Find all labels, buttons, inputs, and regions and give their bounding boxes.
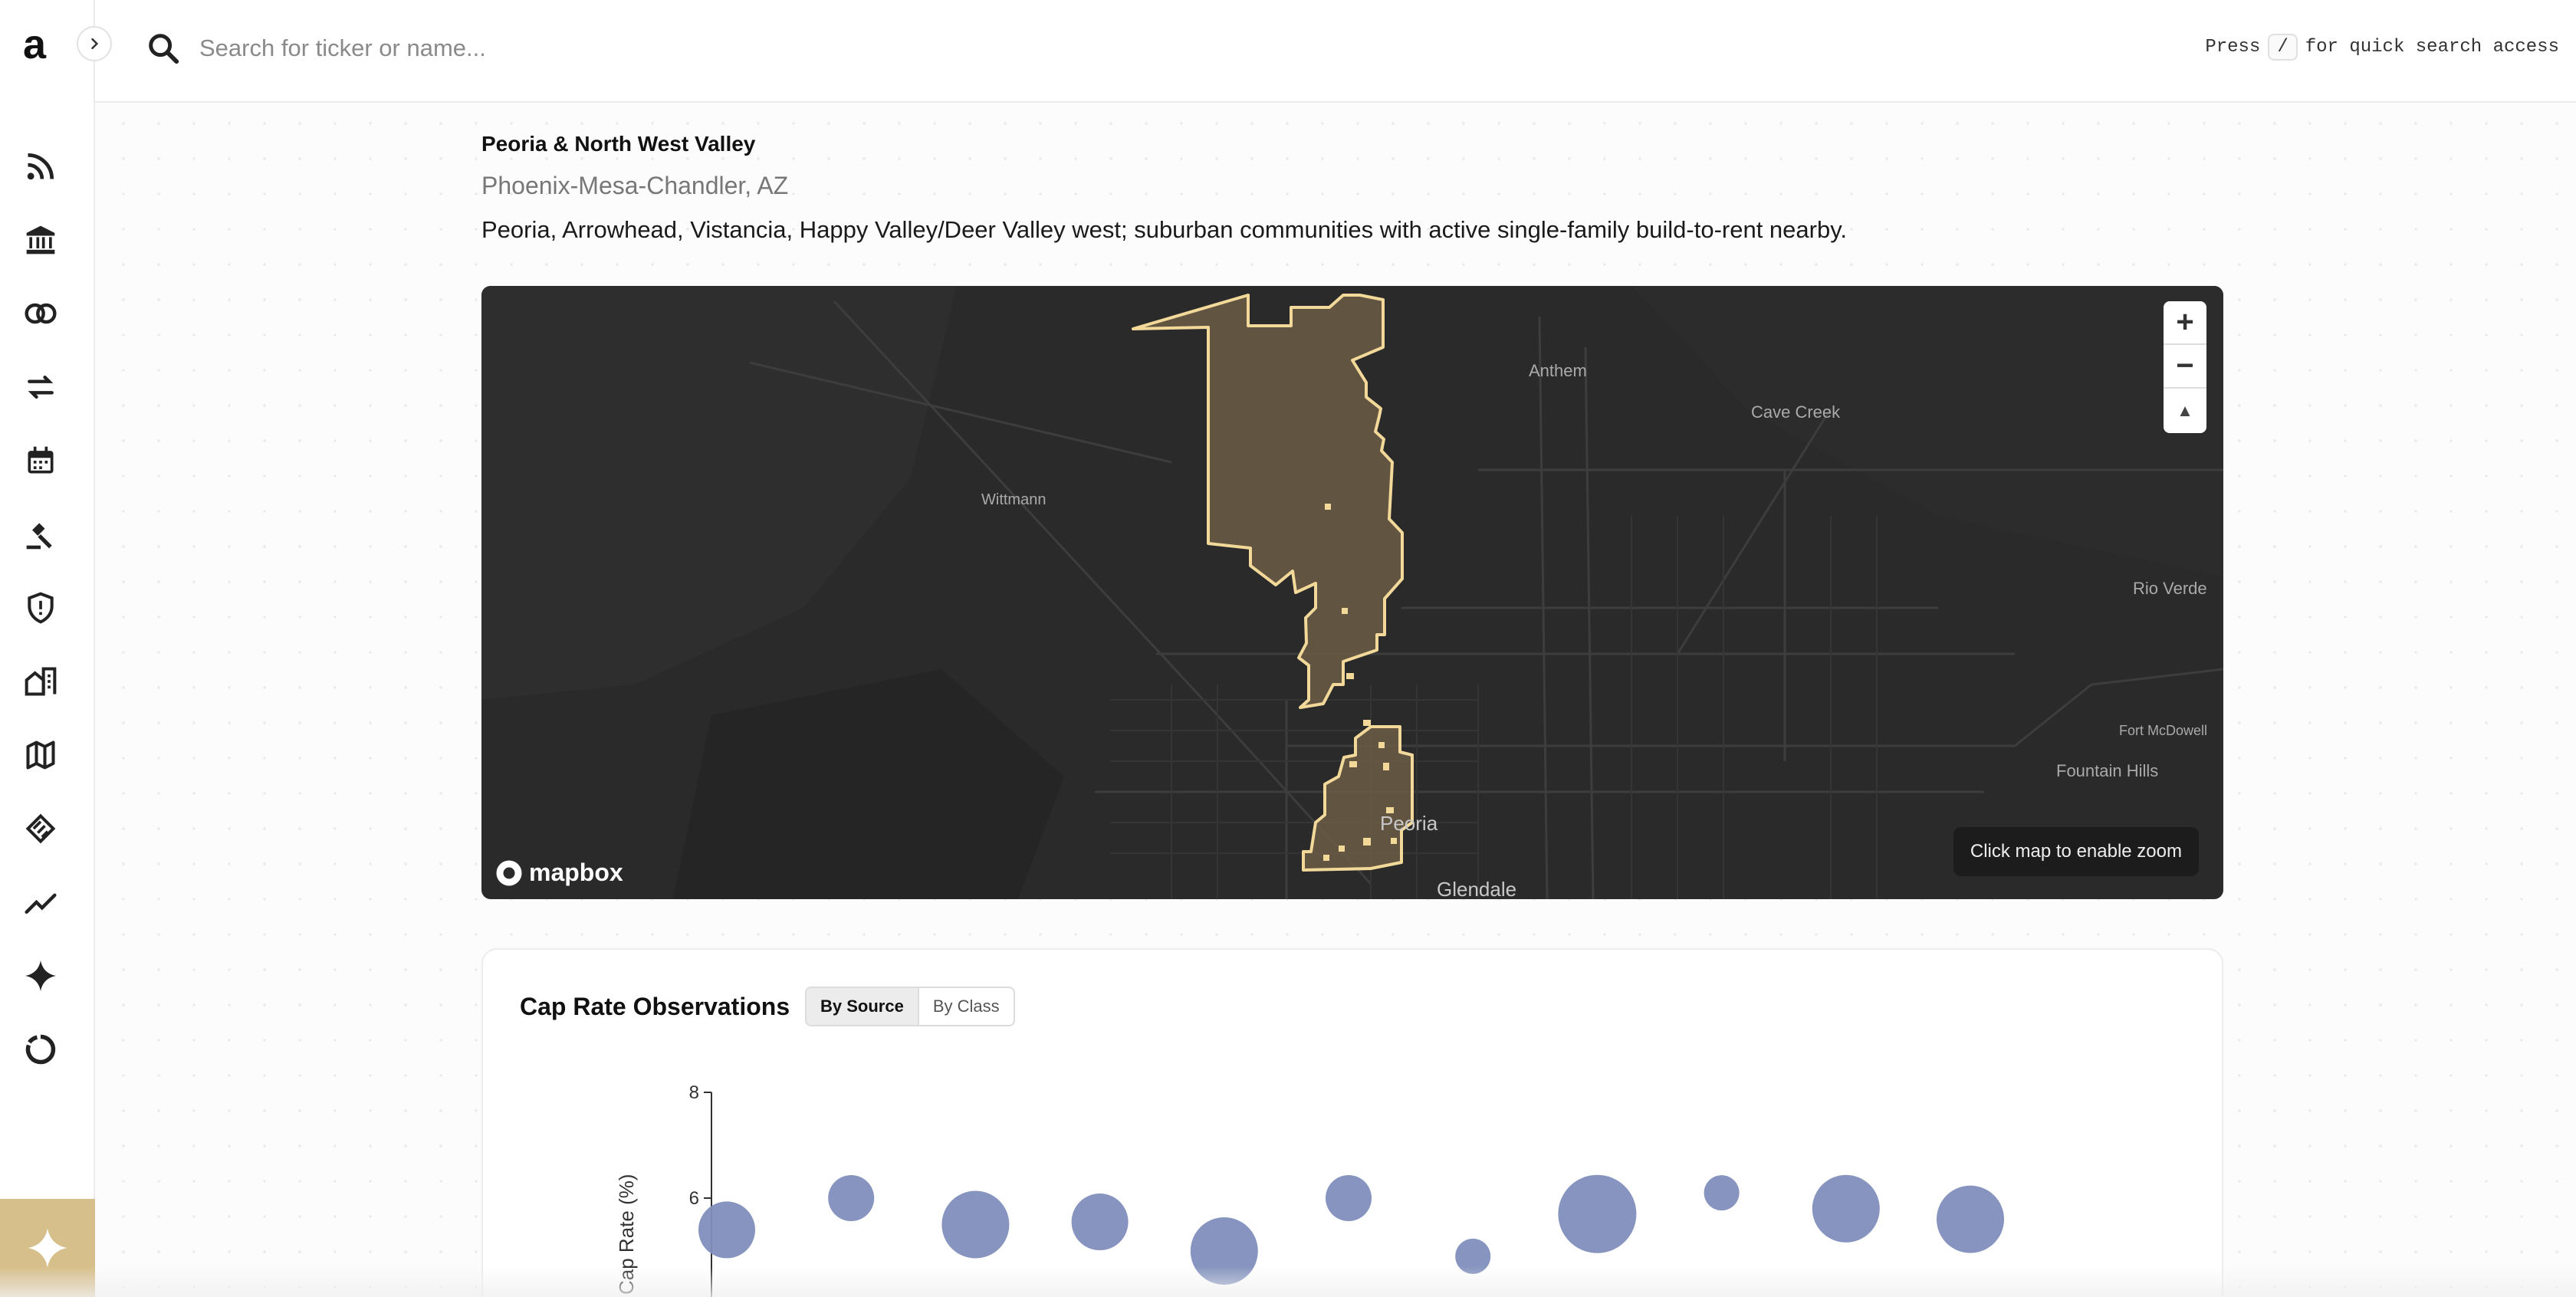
map-label-rio-verde: Rio Verde (2133, 579, 2207, 598)
sparkle-icon (28, 1228, 67, 1268)
sidebar-item-feed[interactable] (21, 147, 60, 186)
scatter-point[interactable] (1704, 1175, 1740, 1211)
map-label-fountain-hills: Fountain Hills (2056, 761, 2159, 780)
map-label-wittmann: Wittmann (981, 491, 1046, 508)
sidebar-item-transfer[interactable] (21, 368, 60, 406)
app-logo[interactable]: a (23, 23, 60, 66)
chevron-right-icon (91, 38, 99, 50)
search-icon (149, 34, 179, 64)
scatter-point[interactable] (1812, 1174, 1880, 1243)
region-map[interactable]: Anthem Cave Creek Wittmann Rio Verde For… (481, 286, 2223, 899)
sidebar-item-bank[interactable] (21, 221, 60, 259)
map-zoom-tooltip: Click map to enable zoom (1953, 827, 2199, 876)
search-hint-key: / (2268, 34, 2298, 61)
search-hint-suffix: for quick search access (2305, 37, 2559, 57)
sidebar-expand-button[interactable] (77, 26, 112, 61)
y-tick-label: 8 (689, 1082, 699, 1103)
sidebar-item-trend[interactable] (21, 883, 60, 921)
cap-rate-card: Cap Rate Observations By Source By Class… (481, 948, 2223, 1297)
scatter-point[interactable] (1937, 1185, 2004, 1253)
sidebar-item-gavel[interactable] (21, 515, 60, 553)
sidebar: a (0, 0, 95, 1297)
bottom-fade (0, 1266, 2576, 1297)
sparkle-icon (25, 960, 57, 992)
calendar-icon (28, 446, 54, 474)
transfer-icon (28, 375, 54, 399)
y-tick-label: 6 (689, 1188, 699, 1209)
map-label-glendale: Glendale (1437, 878, 1517, 899)
region-highlight-north (1132, 294, 1404, 709)
mapbox-label: mapbox (529, 859, 623, 886)
trend-icon (25, 893, 57, 914)
region-description: Peoria, Arrowhead, Vistancia, Happy Vall… (481, 216, 1848, 243)
scatter-point[interactable] (1071, 1194, 1129, 1251)
mapbox-logo-icon (496, 860, 522, 885)
rings-icon (25, 303, 57, 324)
search-input[interactable] (199, 28, 1119, 69)
region-title: Peoria & North West Valley (481, 132, 756, 156)
scatter-point[interactable] (1558, 1174, 1637, 1253)
sidebar-item-calendar[interactable] (21, 442, 60, 480)
region-metro: Phoenix-Mesa-Chandler, AZ (481, 172, 789, 199)
sidebar-item-map[interactable] (21, 736, 60, 774)
sidebar-item-sparkle[interactable] (21, 957, 60, 995)
search-hint: Press / for quick search access (2205, 34, 2559, 61)
scatter-point[interactable] (698, 1201, 755, 1259)
compass-button[interactable]: ▲ (2164, 389, 2206, 432)
mapbox-attribution[interactable]: mapbox (495, 859, 623, 887)
scatter-point[interactable] (1326, 1175, 1372, 1221)
bank-icon (26, 225, 55, 254)
map-label-fort-mcdowell: Fort McDowell (2119, 723, 2208, 738)
gavel-icon (26, 523, 52, 550)
map-base-layer (481, 286, 2223, 899)
scatter-point[interactable] (941, 1190, 1010, 1259)
feed-icon (27, 153, 54, 180)
sidebar-item-handshake[interactable] (21, 809, 60, 848)
sidebar-item-donut[interactable] (21, 1030, 60, 1069)
map-icon (26, 740, 55, 770)
buildings-icon (25, 667, 57, 696)
scatter-point[interactable] (828, 1175, 875, 1221)
handshake-icon (25, 813, 56, 844)
sidebar-item-buildings[interactable] (21, 662, 60, 701)
search-hint-prefix: Press (2205, 37, 2261, 57)
cap-rate-chart: 86Cap Rate (%) (615, 1082, 2004, 1297)
map-zoom-controls: + − ▲ (2164, 301, 2206, 433)
shield-icon (28, 592, 54, 624)
sidebar-item-shield[interactable] (21, 589, 60, 627)
top-bar: Press / for quick search access (95, 0, 2576, 103)
map-label-cave-creek: Cave Creek (1751, 402, 1841, 422)
map-label-anthem: Anthem (1529, 361, 1587, 380)
donut-icon (25, 1034, 56, 1065)
zoom-out-button[interactable]: − (2164, 345, 2206, 389)
map-label-peoria: Peoria (1380, 812, 1438, 835)
sidebar-item-rings[interactable] (21, 294, 60, 333)
zoom-in-button[interactable]: + (2164, 301, 2206, 345)
